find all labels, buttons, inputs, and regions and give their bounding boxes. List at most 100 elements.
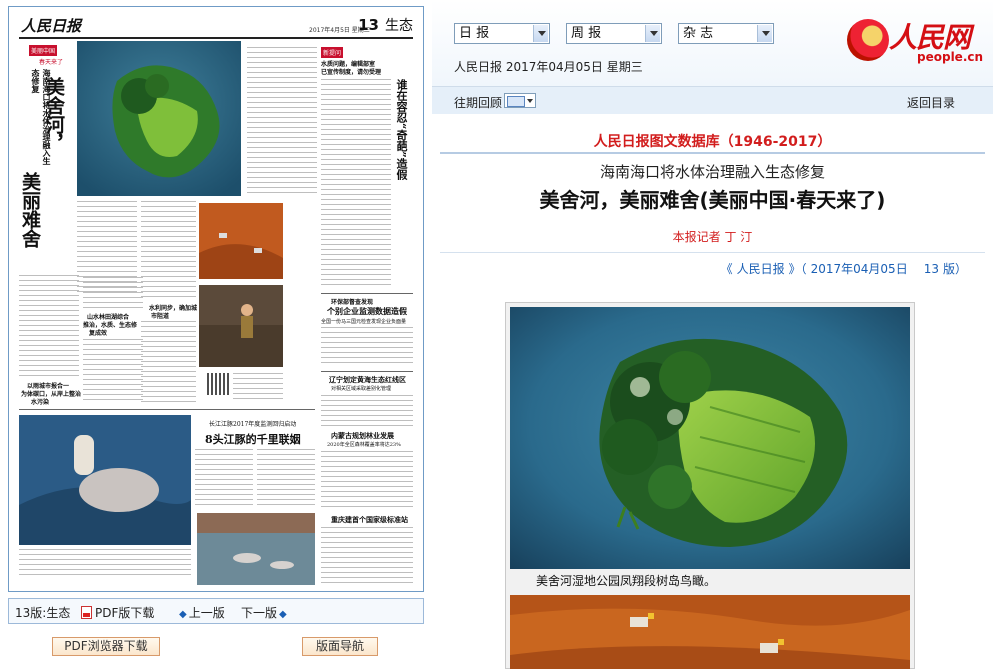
- newspaper-subhead: 个别企业监测数据造假: [327, 306, 407, 316]
- newspaper-text-block: [257, 449, 315, 509]
- weekly-select[interactable]: 周 报: [566, 23, 662, 44]
- qr-code: [207, 373, 229, 395]
- construction-site-photo: [510, 595, 910, 669]
- newspaper-headline-2: 美丽难舍: [19, 172, 41, 248]
- newspaper-rule: [19, 409, 315, 410]
- article-photo-frame: 美舍河湿地公园凤翔段树岛鸟瞰。: [505, 302, 915, 669]
- magazine-select-value: 杂 志: [683, 26, 714, 41]
- chevron-down-icon: [533, 25, 548, 42]
- arrow-right-icon: ◆: [279, 609, 287, 620]
- newspaper-text-block: [19, 549, 191, 579]
- newspaper-main-photo: [77, 41, 241, 196]
- newspaper-text-block: [247, 47, 317, 197]
- newspaper-subhead: 水污染: [31, 399, 50, 406]
- newspaper-subhead: 重庆建首个国家级标准站: [331, 515, 408, 524]
- next-page-link[interactable]: 下一版 ◆: [241, 604, 289, 621]
- newspaper-text-block: [19, 275, 79, 380]
- newspaper-tag: 新提问: [321, 47, 344, 58]
- source-page: 13: [923, 262, 939, 276]
- newspaper-text-block: [321, 451, 413, 511]
- people-logo-icon: [847, 19, 889, 61]
- chevron-down-icon: [645, 25, 660, 42]
- prev-page-label: 上一版: [188, 606, 225, 620]
- people-logo[interactable]: 人民网 people.cn: [847, 14, 987, 64]
- calendar-picker-icon[interactable]: [504, 93, 536, 108]
- page-root: 人民日报 2017年4月5日 星期三 13 生态 美丽中国 春天来了 海南海口将水…: [0, 0, 993, 669]
- newspaper-subhead: 环保部督查发现: [331, 299, 374, 306]
- newspaper-text-block: [83, 339, 143, 401]
- daily-select[interactable]: 日 报: [454, 23, 550, 44]
- source-open: 《: [720, 262, 733, 276]
- article-source: 《人民日报 》（ 2017年04月05日 13 版）: [717, 260, 967, 277]
- publication-date-line: 人民日报 2017年04月05日 星期三: [454, 60, 643, 74]
- title-divider: [440, 152, 985, 154]
- newspaper-logo: 人民日报: [21, 17, 82, 35]
- article-subtitle: 海南海口将水体治理融入生态修复: [599, 163, 825, 181]
- newspaper-page-image[interactable]: 人民日报 2017年4月5日 星期三 13 生态 美丽中国 春天来了 海南海口将水…: [8, 6, 424, 592]
- pdf-icon: [81, 606, 92, 619]
- newspaper-text-block: [321, 327, 413, 367]
- next-page-label: 下一版: [241, 606, 278, 620]
- newspaper-headline-1: 美舍河，: [43, 77, 65, 153]
- header-band: 日 报 周 报 杂 志 人民日报 2017年04月05日 星期三 人民网 peo…: [432, 0, 993, 86]
- photo-caption: 美舍河湿地公园凤翔段树岛鸟瞰。: [536, 574, 717, 588]
- newspaper-subhead: 内蒙古规划林业发展: [331, 431, 394, 440]
- page-navigation-button[interactable]: 版面导航: [302, 637, 378, 656]
- article-byline: 本报记者 丁 汀: [672, 230, 753, 244]
- newspaper-construction-photo: [199, 203, 283, 279]
- newspaper-subhead: 已宣传制度，请勿受理: [321, 69, 382, 76]
- aerial-island-photo: [510, 307, 910, 569]
- current-page-label: 13版:生态: [15, 606, 71, 620]
- pdf-browser-download-button[interactable]: PDF浏览器下载: [52, 637, 160, 656]
- newspaper-text-block: [141, 201, 196, 299]
- magazine-select[interactable]: 杂 志: [678, 23, 774, 44]
- arrow-left-icon: ◆: [179, 609, 187, 620]
- newspaper-section: 13 生态: [358, 15, 413, 35]
- newspaper-subhead: 对相关区域采取差别化管理: [331, 386, 392, 392]
- newspaper-right-headline: 谁在容忍“奇葩”造假: [395, 79, 408, 180]
- newspaper-subhead: 复成效: [89, 330, 108, 337]
- newspaper-dolphin-photo: [19, 415, 191, 545]
- newspaper-text-block: [321, 395, 413, 427]
- source-date: 2017年04月05日: [810, 262, 908, 276]
- database-title: 人民日报图文数据库（1946-2017）: [593, 134, 832, 150]
- newspaper-rule: [321, 293, 413, 294]
- newspaper-rule: [321, 371, 413, 372]
- navigation-bar: 往期回顾 返回目录: [432, 86, 993, 114]
- newspaper-subhead: 市阻道: [151, 313, 170, 320]
- newspaper-pool-photo: [197, 513, 315, 585]
- article-pane: 日 报 周 报 杂 志 人民日报 2017年04月05日 星期三 人民网 peo…: [432, 0, 993, 669]
- newspaper-subhead: 全国一份马三国元检查发现企业负面量: [321, 319, 407, 325]
- newspaper-page-number: 13: [358, 16, 379, 34]
- daily-select-value: 日 报: [459, 26, 490, 41]
- newspaper-text-block: [321, 79, 391, 289]
- newspaper-subhead: 长江江豚2017年度监测回归启动: [209, 421, 297, 428]
- article-headline: 美舍河，美丽难舍(美丽中国·春天来了): [539, 188, 886, 212]
- source-page-suffix: 版）: [942, 262, 967, 276]
- pdf-download-link[interactable]: PDF版下载: [81, 604, 154, 621]
- newspaper-tag: 美丽中国: [29, 45, 58, 56]
- newspaper-tag-sub: 春天来了: [39, 59, 64, 66]
- newspaper-text-block: [321, 527, 413, 585]
- weekly-select-value: 周 报: [571, 26, 602, 41]
- newspaper-text-block: [77, 201, 137, 293]
- newspaper-text-block: [195, 449, 253, 509]
- back-to-contents-link[interactable]: 返回目录: [907, 94, 955, 111]
- page-toolbar: 13版:生态 PDF版下载 ◆ 上一版 下一版 ◆: [8, 598, 424, 624]
- past-issues-label: 往期回顾: [454, 96, 503, 110]
- newspaper-text-block: [141, 321, 196, 403]
- newspaper-worker-photo: [199, 285, 283, 367]
- source-paper-link[interactable]: 人民日报: [737, 262, 785, 276]
- newspaper-text-block: [233, 373, 283, 401]
- prev-page-link[interactable]: ◆ 上一版: [179, 604, 225, 621]
- pdf-download-label: PDF版下载: [95, 606, 155, 620]
- newspaper-subhead: 2020年全区森林覆盖率将达23%: [327, 442, 401, 448]
- newspaper-pane: 人民日报 2017年4月5日 星期三 13 生态 美丽中国 春天来了 海南海口将水…: [0, 0, 432, 669]
- newspaper-section-name: 生态: [385, 18, 413, 34]
- newspaper-masthead: 人民日报 2017年4月5日 星期三 13 生态: [19, 13, 413, 39]
- source-close: 》（: [788, 262, 807, 276]
- newspaper-subhead: 为体碳口，从岸上整治: [21, 391, 82, 398]
- people-logo-en: people.cn: [917, 50, 984, 64]
- newspaper-subhead: 8头江豚的千里联姻: [205, 433, 301, 446]
- byline-divider: [440, 252, 985, 253]
